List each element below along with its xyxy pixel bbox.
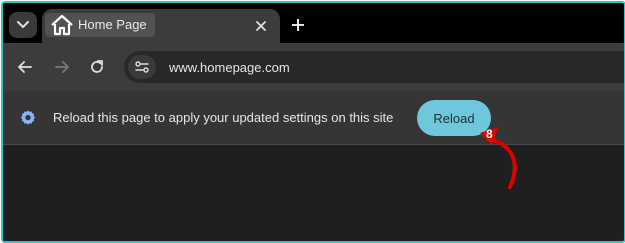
tab-search-button[interactable] (9, 12, 37, 38)
tab-title: Home Page (78, 17, 147, 32)
close-icon (256, 21, 266, 31)
active-tab[interactable]: Home Page (42, 9, 280, 43)
page-content (3, 145, 624, 241)
chevron-down-icon (17, 21, 29, 29)
url-text: www.homepage.com (169, 60, 290, 75)
new-tab-button[interactable] (288, 15, 308, 35)
address-bar[interactable]: www.homepage.com (124, 51, 624, 83)
back-button[interactable] (15, 57, 35, 77)
gear-icon (20, 110, 36, 125)
settings-infobar: Reload this page to apply your updated s… (3, 91, 624, 145)
home-icon (51, 14, 73, 36)
infobar-message: Reload this page to apply your updated s… (53, 110, 394, 125)
plus-icon (292, 19, 304, 31)
back-arrow-icon (18, 61, 32, 73)
forward-arrow-icon (55, 61, 69, 73)
tune-icon (135, 61, 149, 73)
tab-close-button[interactable] (252, 17, 270, 35)
tab-strip: Home Page (3, 3, 624, 43)
refresh-icon (91, 60, 103, 73)
reload-toolbar-button[interactable] (87, 57, 107, 77)
toolbar: www.homepage.com (3, 43, 624, 91)
site-info-button[interactable] (128, 55, 156, 79)
forward-button[interactable] (52, 57, 72, 77)
browser-window: Home Page www.homepage.com Reload this p… (1, 1, 625, 243)
step-number-label: 8 (486, 127, 493, 141)
